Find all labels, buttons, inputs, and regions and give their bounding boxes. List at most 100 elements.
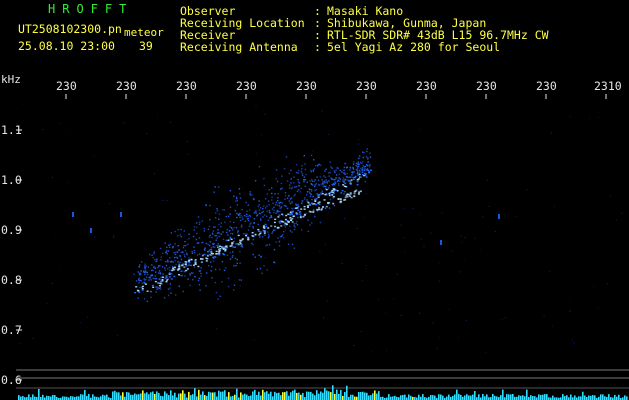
echo-pixel xyxy=(205,204,207,207)
echo-pixel xyxy=(300,171,303,173)
echo-pixel xyxy=(318,201,321,203)
amplitude-bar xyxy=(216,396,218,400)
echo-pixel xyxy=(177,260,179,263)
echo-pixel xyxy=(313,168,316,170)
echo-pixel xyxy=(350,179,353,181)
amplitude-bar xyxy=(624,395,626,400)
echo-pixel xyxy=(355,169,358,171)
echo-pixel xyxy=(247,204,249,206)
echo-pixel xyxy=(323,180,326,182)
echo-pixel xyxy=(344,173,346,175)
amplitude-bar xyxy=(566,395,568,400)
noise-speck xyxy=(142,278,144,280)
echo-pixel xyxy=(189,273,191,275)
echo-pixel xyxy=(169,243,171,246)
echo-pixel xyxy=(180,251,183,254)
echo-pixel xyxy=(242,218,244,220)
echo-pixel xyxy=(159,288,162,290)
amplitude-bar xyxy=(438,394,440,400)
noise-speck xyxy=(240,213,242,215)
echo-pixel xyxy=(170,278,173,280)
echo-core xyxy=(181,264,184,266)
amplitude-bar xyxy=(158,392,160,400)
amplitude-bar xyxy=(224,390,226,400)
echo-pixel xyxy=(341,190,344,192)
echo-pixel xyxy=(214,246,216,248)
echo-pixel xyxy=(357,170,359,172)
echo-pixel xyxy=(346,175,349,178)
echo-pixel xyxy=(319,176,321,178)
echo-pixel xyxy=(335,177,337,179)
echo-pixel xyxy=(343,172,346,174)
echo-pixel xyxy=(260,219,262,221)
amplitude-bar xyxy=(132,394,134,400)
noise-speck xyxy=(488,206,490,207)
echo-pixel xyxy=(362,165,364,167)
echo-pixel xyxy=(314,215,316,218)
noise-speck xyxy=(216,328,218,330)
noise-speck xyxy=(154,173,155,175)
meteor-echo xyxy=(133,148,373,303)
echo-pixel xyxy=(364,173,367,175)
echo-pixel xyxy=(180,236,183,238)
noise-speck xyxy=(264,257,266,259)
amplitude-bar xyxy=(172,395,174,400)
echo-pixel xyxy=(324,187,327,190)
echo-pixel xyxy=(170,261,172,263)
echo-pixel xyxy=(153,252,155,255)
echo-pixel xyxy=(158,278,161,280)
echo-pixel xyxy=(243,233,245,235)
echo-pixel xyxy=(342,180,344,183)
echo-pixel xyxy=(214,186,216,188)
echo-pixel xyxy=(222,246,225,248)
echo-pixel xyxy=(289,184,291,186)
echo-pixel xyxy=(152,277,154,280)
echo-pixel xyxy=(143,278,145,280)
echo-pixel xyxy=(256,214,259,216)
echo-core xyxy=(206,255,209,257)
amplitude-bar xyxy=(222,391,224,400)
noise-speck xyxy=(430,232,432,234)
echo-pixel xyxy=(213,226,215,228)
echo-pixel xyxy=(245,233,248,235)
amplitude-bar xyxy=(102,394,104,400)
echo-pixel xyxy=(135,280,138,282)
echo-pixel xyxy=(177,245,179,247)
echo-pixel xyxy=(208,225,211,228)
amplitude-bar xyxy=(270,391,272,400)
noise-speck xyxy=(419,214,420,216)
echo-pixel xyxy=(297,209,300,211)
noise-speck xyxy=(366,193,368,195)
echo-pixel xyxy=(273,261,276,264)
amplitude-bar xyxy=(210,392,212,400)
noise-speck xyxy=(549,270,551,272)
echo-pixel xyxy=(257,223,259,226)
echo-pixel xyxy=(356,172,359,175)
echo-pixel xyxy=(310,202,313,204)
amplitude-bar xyxy=(274,391,276,400)
noise-speck xyxy=(298,203,300,205)
echo-pixel xyxy=(359,171,361,173)
echo-pixel xyxy=(310,189,313,191)
echo-pixel xyxy=(348,180,351,182)
noise-speck xyxy=(282,205,284,207)
echo-pixel xyxy=(218,235,220,238)
echo-pixel xyxy=(332,197,334,199)
amplitude-bar xyxy=(174,392,176,400)
amplitude-bar xyxy=(86,395,88,400)
echo-pixel xyxy=(342,184,345,186)
echo-pixel xyxy=(273,209,275,211)
echo-pixel xyxy=(238,188,240,190)
echo-pixel xyxy=(262,236,264,238)
echo-pixel xyxy=(303,155,305,157)
echo-pixel xyxy=(196,254,199,256)
echo-pixel xyxy=(293,207,295,210)
echo-pixel xyxy=(262,225,265,227)
amplitude-bar xyxy=(122,392,124,400)
echo-pixel xyxy=(215,235,218,237)
echo-pixel xyxy=(166,279,169,281)
echo-pixel xyxy=(300,215,302,217)
echo-pixel xyxy=(330,194,332,196)
echo-pixel xyxy=(312,169,315,171)
amplitude-bar xyxy=(48,396,50,400)
